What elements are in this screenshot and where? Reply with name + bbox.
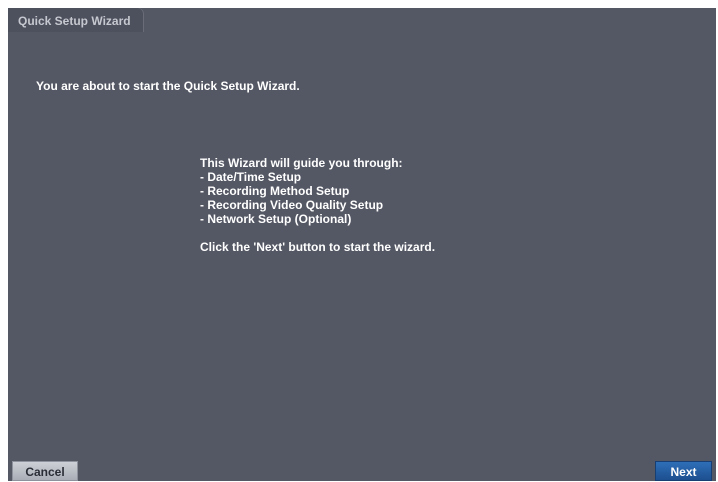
window-title: Quick Setup Wizard bbox=[18, 14, 131, 28]
intro-text: You are about to start the Quick Setup W… bbox=[36, 79, 300, 93]
wizard-window: Quick Setup Wizard You are about to star… bbox=[8, 8, 716, 481]
instruction-text: Click the 'Next' button to start the wiz… bbox=[200, 240, 436, 254]
cancel-button[interactable]: Cancel bbox=[12, 461, 78, 481]
next-button[interactable]: Next bbox=[655, 461, 712, 481]
step-item-network: - Network Setup (Optional) bbox=[200, 212, 352, 226]
guide-heading: This Wizard will guide you through: bbox=[200, 156, 403, 170]
step-item-video-quality: - Recording Video Quality Setup bbox=[200, 198, 384, 212]
step-item-recording-method: - Recording Method Setup bbox=[200, 184, 350, 198]
guide-text-block: This Wizard will guide you through: - Da… bbox=[200, 156, 435, 254]
title-tab: Quick Setup Wizard bbox=[8, 8, 143, 32]
step-item-datetime: - Date/Time Setup bbox=[200, 170, 302, 184]
